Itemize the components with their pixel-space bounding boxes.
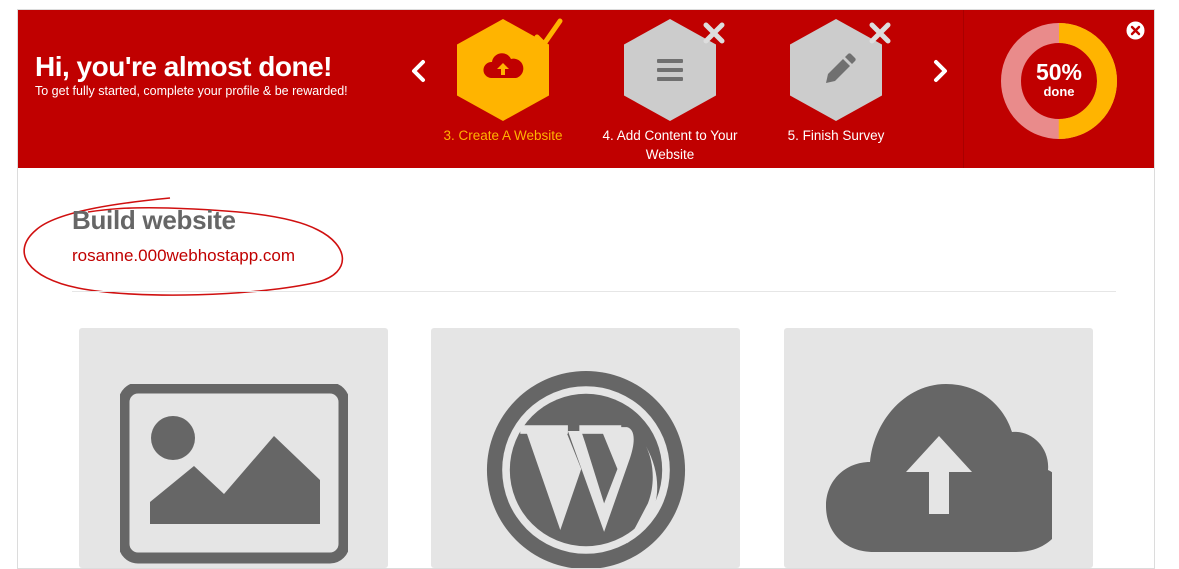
- wordpress-icon: [486, 370, 686, 568]
- wordpress-card[interactable]: [431, 328, 740, 568]
- step-label: 3. Create A Website: [443, 128, 563, 143]
- next-step-button[interactable]: [925, 56, 955, 86]
- progress-summary: 50% done: [963, 10, 1154, 168]
- banner-title: Hi, you're almost done!: [35, 51, 332, 82]
- chevron-right-icon: [934, 60, 947, 82]
- onboarding-panel: Hi, you're almost done! To get fully sta…: [17, 9, 1155, 569]
- progress-percent: 50%: [1035, 59, 1083, 85]
- step-label: 5. Finish Survey: [787, 128, 885, 143]
- website-domain-link[interactable]: rosanne.000webhostapp.com: [72, 246, 295, 266]
- upload-files-card[interactable]: [784, 328, 1093, 568]
- image-icon: [120, 384, 348, 564]
- checkmark-icon: [534, 18, 563, 47]
- cloud-upload-icon: [826, 384, 1052, 552]
- close-banner-button[interactable]: [1126, 21, 1145, 40]
- step-label: 4. Add Content to Your Website: [602, 128, 738, 162]
- close-icon: [1126, 21, 1145, 40]
- upload-image-card[interactable]: [79, 328, 388, 568]
- step-add-content[interactable]: 4. Add Content to Your Website: [590, 19, 750, 169]
- list-icon: [657, 59, 683, 81]
- banner-subtitle: To get fully started, complete your prof…: [35, 84, 348, 98]
- progress-banner: Hi, you're almost done! To get fully sta…: [18, 10, 1154, 169]
- x-icon: [703, 22, 725, 44]
- page-title: Build website: [72, 205, 236, 235]
- progress-done-label: done: [1043, 84, 1075, 99]
- divider: [72, 291, 1116, 292]
- x-icon: [869, 22, 891, 44]
- step-create-website[interactable]: 3. Create A Website: [423, 18, 583, 169]
- step-finish-survey[interactable]: 5. Finish Survey: [756, 19, 916, 169]
